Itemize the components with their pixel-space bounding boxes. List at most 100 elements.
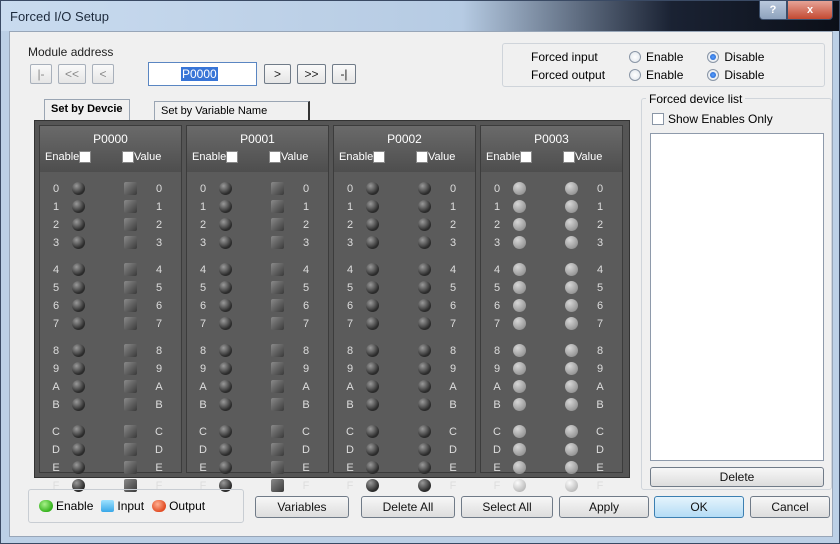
bit-value-indicator[interactable]	[565, 344, 578, 357]
bit-value-indicator[interactable]	[418, 344, 431, 357]
bit-value-indicator[interactable]	[124, 299, 137, 312]
bit-enable-led[interactable]	[219, 281, 232, 294]
bit-value-indicator[interactable]	[124, 236, 137, 249]
bit-enable-led[interactable]	[366, 362, 379, 375]
bit-value-indicator[interactable]	[418, 380, 431, 393]
ok-button[interactable]: OK	[654, 496, 744, 518]
bit-value-indicator[interactable]	[418, 479, 431, 492]
bit-enable-led[interactable]	[72, 218, 85, 231]
bit-enable-led[interactable]	[72, 461, 85, 474]
bit-value-indicator[interactable]	[565, 200, 578, 213]
bit-enable-led[interactable]	[219, 362, 232, 375]
bit-value-indicator[interactable]	[271, 479, 284, 492]
enable-all-checkbox[interactable]: Enable	[339, 151, 386, 163]
bit-value-indicator[interactable]	[418, 218, 431, 231]
bit-enable-led[interactable]	[219, 236, 232, 249]
bit-enable-led[interactable]	[366, 263, 379, 276]
bit-value-indicator[interactable]	[124, 443, 137, 456]
bit-enable-led[interactable]	[513, 380, 526, 393]
title-bar[interactable]: Forced I/O Setup ? x	[1, 1, 839, 31]
bit-value-indicator[interactable]	[271, 317, 284, 330]
bit-value-indicator[interactable]	[271, 200, 284, 213]
enable-all-checkbox[interactable]: Enable	[486, 151, 533, 163]
bit-enable-led[interactable]	[219, 398, 232, 411]
bit-value-indicator[interactable]	[565, 299, 578, 312]
bit-value-indicator[interactable]	[565, 236, 578, 249]
bit-value-indicator[interactable]	[565, 425, 578, 438]
close-button[interactable]: x	[787, 1, 833, 20]
bit-enable-led[interactable]	[513, 461, 526, 474]
forced-input-enable-radio[interactable]: Enable	[629, 50, 683, 64]
value-all-checkbox[interactable]: Value	[563, 151, 602, 163]
bit-enable-led[interactable]	[219, 461, 232, 474]
bit-value-indicator[interactable]	[271, 398, 284, 411]
bit-value-indicator[interactable]	[418, 281, 431, 294]
bit-value-indicator[interactable]	[565, 398, 578, 411]
bit-enable-led[interactable]	[219, 299, 232, 312]
tab-set-by-device[interactable]: Set by Devcie	[44, 99, 130, 120]
show-enables-only-checkbox[interactable]: Show Enables Only	[652, 112, 773, 126]
bit-enable-led[interactable]	[366, 344, 379, 357]
bit-value-indicator[interactable]	[271, 461, 284, 474]
cancel-button[interactable]: Cancel	[750, 496, 830, 518]
bit-value-indicator[interactable]	[124, 281, 137, 294]
bit-enable-led[interactable]	[366, 398, 379, 411]
bit-enable-led[interactable]	[366, 299, 379, 312]
bit-enable-led[interactable]	[366, 200, 379, 213]
bit-value-indicator[interactable]	[271, 299, 284, 312]
bit-enable-led[interactable]	[72, 443, 85, 456]
next-many-button[interactable]: >>	[297, 64, 326, 84]
bit-enable-led[interactable]	[513, 344, 526, 357]
bit-enable-led[interactable]	[219, 425, 232, 438]
bit-value-indicator[interactable]	[271, 281, 284, 294]
bit-value-indicator[interactable]	[565, 479, 578, 492]
bit-enable-led[interactable]	[513, 299, 526, 312]
first-address-button[interactable]: |-	[30, 64, 52, 84]
bit-value-indicator[interactable]	[271, 344, 284, 357]
bit-value-indicator[interactable]	[565, 380, 578, 393]
bit-value-indicator[interactable]	[418, 461, 431, 474]
tab-set-by-variable-name[interactable]: Set by Variable Name	[154, 101, 310, 120]
bit-value-indicator[interactable]	[565, 218, 578, 231]
bit-value-indicator[interactable]	[418, 398, 431, 411]
bit-value-indicator[interactable]	[565, 362, 578, 375]
bit-enable-led[interactable]	[366, 380, 379, 393]
bit-value-indicator[interactable]	[565, 263, 578, 276]
bit-enable-led[interactable]	[72, 236, 85, 249]
bit-value-indicator[interactable]	[565, 443, 578, 456]
bit-value-indicator[interactable]	[565, 182, 578, 195]
bit-value-indicator[interactable]	[271, 182, 284, 195]
bit-enable-led[interactable]	[219, 200, 232, 213]
bit-enable-led[interactable]	[219, 263, 232, 276]
bit-enable-led[interactable]	[366, 425, 379, 438]
bit-enable-led[interactable]	[72, 281, 85, 294]
bit-enable-led[interactable]	[72, 425, 85, 438]
bit-enable-led[interactable]	[366, 281, 379, 294]
bit-enable-led[interactable]	[219, 380, 232, 393]
bit-value-indicator[interactable]	[418, 200, 431, 213]
forced-input-disable-radio[interactable]: Disable	[707, 50, 764, 64]
bit-value-indicator[interactable]	[124, 263, 137, 276]
delete-button[interactable]: Delete	[650, 467, 824, 487]
bit-enable-led[interactable]	[513, 362, 526, 375]
bit-enable-led[interactable]	[513, 479, 526, 492]
variables-button[interactable]: Variables	[255, 496, 349, 518]
bit-enable-led[interactable]	[72, 263, 85, 276]
bit-enable-led[interactable]	[72, 398, 85, 411]
bit-enable-led[interactable]	[72, 317, 85, 330]
value-all-checkbox[interactable]: Value	[269, 151, 308, 163]
bit-value-indicator[interactable]	[124, 362, 137, 375]
bit-value-indicator[interactable]	[124, 182, 137, 195]
bit-enable-led[interactable]	[219, 317, 232, 330]
bit-enable-led[interactable]	[72, 344, 85, 357]
bit-enable-led[interactable]	[513, 218, 526, 231]
apply-button[interactable]: Apply	[559, 496, 649, 518]
bit-value-indicator[interactable]	[124, 398, 137, 411]
last-address-button[interactable]: -|	[332, 64, 356, 84]
module-address-input[interactable]: P0000	[148, 62, 257, 86]
bit-value-indicator[interactable]	[271, 263, 284, 276]
bit-value-indicator[interactable]	[418, 362, 431, 375]
bit-value-indicator[interactable]	[565, 317, 578, 330]
bit-enable-led[interactable]	[366, 479, 379, 492]
bit-enable-led[interactable]	[513, 236, 526, 249]
